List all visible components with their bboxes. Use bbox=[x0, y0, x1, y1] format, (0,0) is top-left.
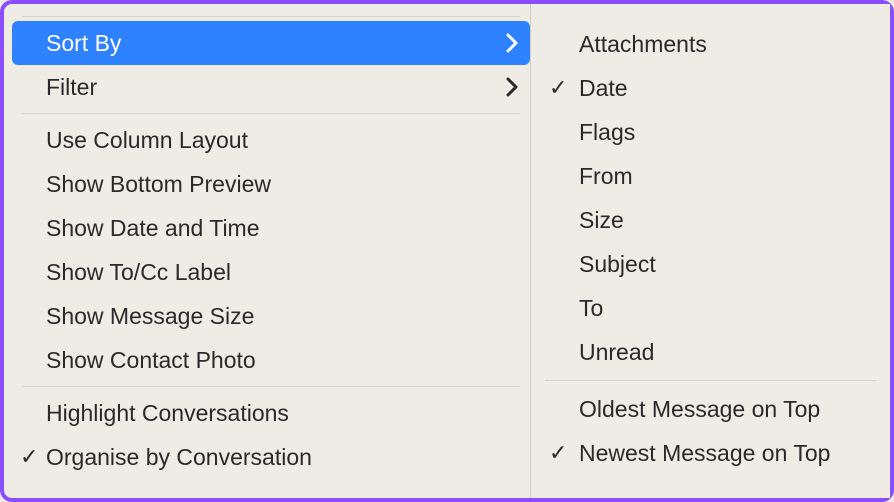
menu-item-label: To bbox=[579, 295, 603, 322]
sort-by-submenu: Attachments ✓ Date Flags From Size Subje… bbox=[530, 4, 890, 498]
sort-order-oldest-top[interactable]: Oldest Message on Top bbox=[531, 387, 890, 431]
check-icon: ✓ bbox=[20, 446, 38, 468]
menu-item-label: Show Message Size bbox=[46, 303, 254, 330]
sort-option-date[interactable]: ✓ Date bbox=[531, 66, 890, 110]
menu-item-label: Show Bottom Preview bbox=[46, 171, 271, 198]
sort-option-from[interactable]: From bbox=[531, 154, 890, 198]
sort-option-unread[interactable]: Unread bbox=[531, 330, 890, 374]
view-menu: Sort By Filter Use Column Layout Show Bo… bbox=[12, 4, 530, 498]
sort-option-attachments[interactable]: Attachments bbox=[531, 22, 890, 66]
menu-item-use-column-layout[interactable]: Use Column Layout bbox=[12, 118, 530, 162]
chevron-right-icon bbox=[506, 33, 518, 53]
sort-order-newest-top[interactable]: ✓ Newest Message on Top bbox=[531, 431, 890, 475]
menu-item-show-to-cc-label[interactable]: Show To/Cc Label bbox=[12, 250, 530, 294]
menu-item-label: Attachments bbox=[579, 31, 707, 58]
menu-item-sort-by[interactable]: Sort By bbox=[12, 21, 530, 65]
sort-option-to[interactable]: To bbox=[531, 286, 890, 330]
menu-divider bbox=[22, 386, 520, 387]
sort-option-size[interactable]: Size bbox=[531, 198, 890, 242]
check-icon: ✓ bbox=[549, 77, 567, 99]
menu-item-show-bottom-preview[interactable]: Show Bottom Preview bbox=[12, 162, 530, 206]
menu-item-highlight-conversations[interactable]: Highlight Conversations bbox=[12, 391, 530, 435]
menu-item-label: Flags bbox=[579, 119, 635, 146]
menu-item-label: Use Column Layout bbox=[46, 127, 248, 154]
menu-item-label: Size bbox=[579, 207, 624, 234]
menu-item-label: Highlight Conversations bbox=[46, 400, 289, 427]
menu-item-label: From bbox=[579, 163, 633, 190]
menu-divider bbox=[22, 16, 520, 17]
menu-item-label: Show Date and Time bbox=[46, 215, 260, 242]
menu-item-label: Show To/Cc Label bbox=[46, 259, 231, 286]
menu-divider bbox=[545, 380, 876, 381]
menu-item-label: Organise by Conversation bbox=[46, 444, 312, 471]
menu-item-organise-by-conversation[interactable]: ✓ Organise by Conversation bbox=[12, 435, 530, 479]
menu-item-label: Filter bbox=[46, 74, 97, 101]
menu-item-show-message-size[interactable]: Show Message Size bbox=[12, 294, 530, 338]
menu-item-label: Sort By bbox=[46, 30, 121, 57]
menu-item-label: Subject bbox=[579, 251, 656, 278]
menu-screenshot: Sort By Filter Use Column Layout Show Bo… bbox=[0, 0, 894, 502]
sort-option-subject[interactable]: Subject bbox=[531, 242, 890, 286]
menu-item-label: Show Contact Photo bbox=[46, 347, 256, 374]
menu-item-label: Oldest Message on Top bbox=[579, 396, 820, 423]
menu-item-label: Unread bbox=[579, 339, 654, 366]
menu-item-show-date-and-time[interactable]: Show Date and Time bbox=[12, 206, 530, 250]
menu-divider bbox=[22, 113, 520, 114]
check-icon: ✓ bbox=[549, 442, 567, 464]
chevron-right-icon bbox=[506, 77, 518, 97]
menu-item-filter[interactable]: Filter bbox=[12, 65, 530, 109]
sort-option-flags[interactable]: Flags bbox=[531, 110, 890, 154]
menu-item-show-contact-photo[interactable]: Show Contact Photo bbox=[12, 338, 530, 382]
menu-item-label: Newest Message on Top bbox=[579, 440, 830, 467]
menu-item-label: Date bbox=[579, 75, 628, 102]
